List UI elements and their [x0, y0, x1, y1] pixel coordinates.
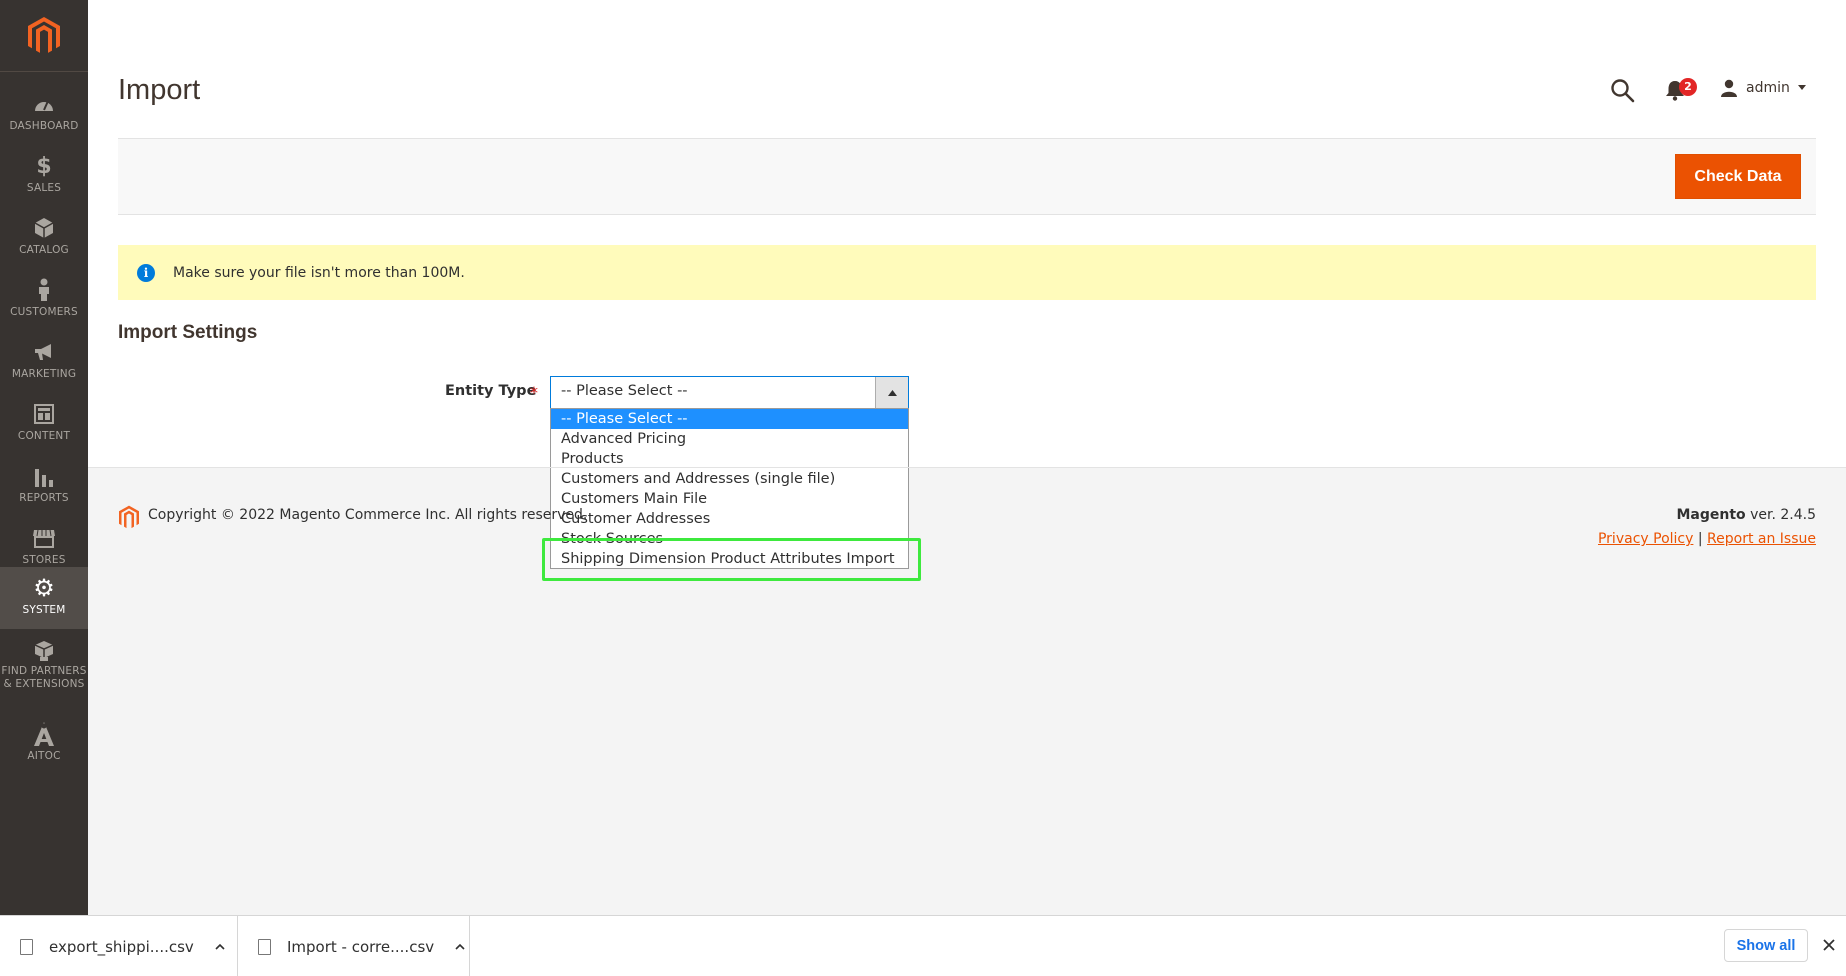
notification-count-badge[interactable]: 2 [1679, 78, 1697, 96]
nav-sales[interactable]: $ SALES [0, 145, 88, 207]
nav-label: CUSTOMERS [10, 306, 78, 318]
nav-label: CATALOG [19, 244, 69, 256]
dropdown-option[interactable]: Customer Addresses [551, 509, 908, 529]
close-icon[interactable] [1820, 936, 1838, 954]
footer-link-separator: | [1697, 531, 1703, 547]
megaphone-icon [0, 339, 88, 365]
admin-sidebar: DASHBOARD $ SALES CATALOG CUSTOMERS MARK… [0, 0, 88, 915]
nav-system[interactable]: ⚙ SYSTEM [0, 567, 88, 629]
person-icon [0, 277, 88, 303]
magento-footer-logo [118, 505, 140, 534]
nav-aitoc[interactable]: AITOC [0, 713, 88, 775]
aitoc-icon [0, 721, 88, 747]
download-file-name: export_shippi....csv [49, 937, 194, 956]
nav-customers[interactable]: CUSTOMERS [0, 269, 88, 331]
dropdown-option[interactable]: Customers and Addresses (single file) [551, 469, 908, 489]
dropdown-option[interactable]: Shipping Dimension Product Attributes Im… [551, 549, 908, 569]
nav-label: REPORTS [19, 492, 69, 504]
download-bar: export_shippi....csv Import - corre....c… [0, 915, 1846, 976]
search-icon[interactable] [1610, 78, 1636, 104]
info-message-text: Make sure your file isn't more than 100M… [173, 264, 465, 281]
page-content [88, 0, 1846, 468]
dollar-icon: $ [36, 153, 52, 179]
nav-dashboard[interactable]: DASHBOARD [0, 83, 88, 145]
show-all-downloads-button[interactable]: Show all [1724, 929, 1808, 962]
nav-reports[interactable]: REPORTS [0, 455, 88, 517]
bar-chart-icon [0, 463, 88, 489]
download-item[interactable]: Import - corre....csv [238, 916, 470, 976]
nav-marketing[interactable]: MARKETING [0, 331, 88, 393]
nav-label: CONTENT [17, 430, 71, 442]
nav-label: DASHBOARD [9, 120, 79, 132]
user-icon [1721, 79, 1737, 97]
page-title: Import [118, 74, 201, 106]
dropdown-option[interactable]: -- Please Select -- [551, 409, 908, 429]
nav-label: AITOC [27, 750, 61, 762]
import-settings-title: Import Settings [118, 322, 258, 343]
download-file-name: Import - corre....csv [287, 937, 435, 956]
gear-icon: ⚙ [33, 574, 55, 602]
nav-label: MARKETING [11, 368, 77, 380]
info-icon: i [137, 263, 155, 282]
dropdown-option[interactable]: Stock Sources [551, 529, 908, 549]
layout-icon [0, 401, 88, 427]
chevron-up-icon[interactable] [454, 941, 466, 953]
info-message: i Make sure your file isn't more than 10… [118, 245, 1816, 300]
nav-label: FIND PARTNERS & EXTENSIONS [1, 665, 87, 690]
nav-catalog[interactable]: CATALOG [0, 207, 88, 269]
required-indicator: * [530, 383, 538, 402]
footer-divider [88, 467, 1846, 468]
footer-links: Privacy Policy | Report an Issue [1598, 531, 1816, 547]
entity-type-select[interactable]: -- Please Select -- [550, 376, 909, 409]
entity-type-dropdown-list: -- Please Select -- Advanced Pricing Pro… [550, 408, 909, 569]
file-icon [258, 938, 271, 955]
nav-label: STORES [22, 554, 66, 566]
dashboard-icon [0, 91, 88, 117]
footer-brand: Magento [1676, 507, 1746, 523]
nav-label: SALES [26, 182, 62, 194]
footer-copyright: Copyright © 2022 Magento Commerce Inc. A… [148, 507, 588, 523]
nav-content[interactable]: CONTENT [0, 393, 88, 455]
dropdown-option[interactable]: Customers Main File [551, 489, 908, 509]
boxes-icon [0, 638, 88, 664]
user-account-menu[interactable]: admin [1720, 78, 1806, 98]
report-issue-link[interactable]: Report an Issue [1707, 531, 1816, 547]
dropdown-option[interactable]: Products [551, 449, 908, 469]
entity-type-selected-value: -- Please Select -- [561, 383, 688, 399]
cube-icon [0, 215, 88, 241]
footer-version-number: ver. 2.4.5 [1745, 507, 1816, 523]
select-arrow-icon[interactable] [875, 377, 908, 409]
chevron-up-icon[interactable] [214, 941, 226, 953]
file-icon [20, 938, 33, 955]
check-data-button[interactable]: Check Data [1675, 154, 1801, 199]
footer-version: Magento ver. 2.4.5 [1676, 507, 1816, 523]
page-actions-bar [118, 138, 1816, 215]
dropdown-option[interactable]: Advanced Pricing [551, 429, 908, 449]
storefront-icon [0, 525, 88, 551]
user-name: admin [1746, 80, 1790, 96]
privacy-policy-link[interactable]: Privacy Policy [1598, 531, 1693, 547]
nav-find-partners[interactable]: FIND PARTNERS & EXTENSIONS [0, 630, 88, 702]
chevron-down-icon [1797, 85, 1806, 90]
download-item[interactable]: export_shippi....csv [0, 916, 238, 976]
entity-type-label: Entity Type [445, 383, 537, 399]
nav-label: SYSTEM [22, 604, 66, 616]
magento-logo[interactable] [0, 0, 88, 72]
